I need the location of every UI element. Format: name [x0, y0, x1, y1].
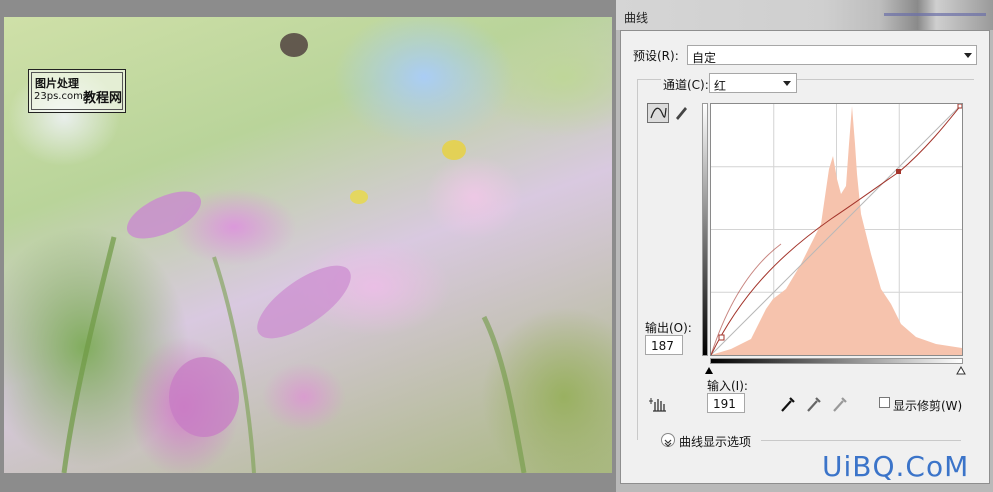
titlebar-decoration [884, 13, 986, 16]
chevron-down-icon [964, 53, 972, 58]
pencil-tool[interactable] [671, 103, 693, 123]
white-point-slider [956, 365, 966, 375]
preset-select[interactable]: 自定 [687, 45, 977, 65]
curve-icon [650, 107, 667, 119]
curves-svg [710, 103, 963, 356]
input-field[interactable]: 191 [707, 393, 745, 413]
dialog-titlebar[interactable]: 曲线 [616, 0, 993, 30]
watermark-line2: 23ps.com [34, 91, 83, 102]
options-divider [761, 440, 961, 441]
black-eyedropper-icon[interactable] [779, 395, 797, 413]
input-value: 191 [713, 397, 736, 411]
dialog-panel: 预设(R): 自定 通道(C): 红 输出(O): 187 输入(I): 191… [620, 30, 990, 484]
black-point-slider [705, 367, 713, 374]
channel-value: 红 [714, 79, 727, 93]
output-gradient-bar [702, 103, 708, 356]
watermark-line2b: 教程网 [83, 91, 123, 106]
input-label: 输入(I): [707, 379, 748, 393]
output-value: 187 [651, 339, 674, 353]
dialog-title: 曲线 [624, 11, 649, 25]
show-clipping-label: 显示修剪(W) [893, 399, 963, 413]
pencil-icon [676, 107, 687, 120]
curve-point-end [957, 103, 963, 109]
curve-point-start [718, 334, 725, 341]
channel-label: 通道(C): [661, 76, 711, 93]
targeted-adjust-icon[interactable] [649, 395, 669, 413]
chevron-down-icon [783, 81, 791, 86]
brand-watermark: UiBQ.CoM [822, 450, 970, 483]
input-sliders[interactable] [705, 365, 969, 375]
channel-select[interactable]: 红 [709, 73, 797, 93]
show-clipping-checkbox[interactable] [879, 397, 890, 408]
double-chevron-down-icon [664, 439, 672, 447]
watermark-line1: 图片处理 [35, 77, 79, 90]
curves-graph[interactable] [710, 103, 963, 356]
output-field[interactable]: 187 [645, 335, 683, 355]
input-gradient-bar [710, 358, 963, 364]
watermark-logo: 图片处理 23ps.com 教程网 [28, 69, 126, 113]
white-eyedropper-icon[interactable] [831, 395, 849, 413]
gray-eyedropper-icon[interactable] [805, 395, 823, 413]
flower-photo: 图片处理 23ps.com 教程网 [4, 17, 612, 473]
curve-edit-tool[interactable] [647, 103, 669, 123]
preset-label: 预设(R): [633, 49, 679, 63]
preset-value: 自定 [692, 51, 717, 65]
output-label: 输出(O): [645, 321, 692, 335]
curves-dialog: 曲线 预设(R): 自定 通道(C): 红 输出(O): 187 输入(I): … [616, 0, 993, 492]
expand-options-button[interactable] [661, 433, 675, 447]
curve-point-mid [896, 169, 901, 174]
curve-options-label: 曲线显示选项 [679, 435, 752, 449]
